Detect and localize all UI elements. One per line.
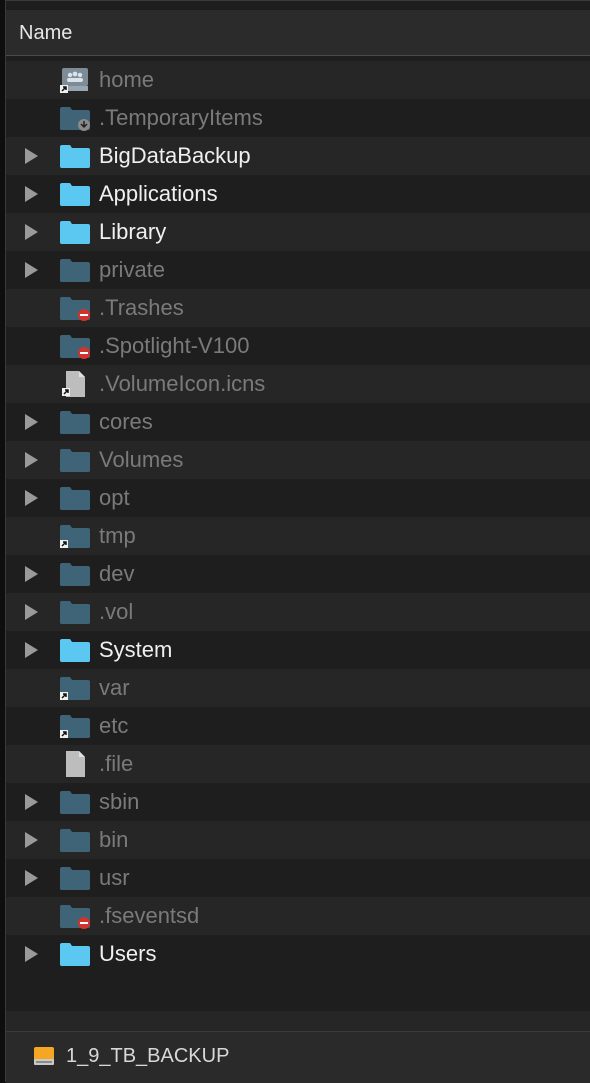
folder-icon [59, 865, 91, 891]
file-row[interactable]: System [6, 631, 590, 669]
file-row[interactable]: tmp [6, 517, 590, 555]
folder-icon [59, 485, 91, 511]
file-name: Library [99, 219, 167, 244]
file-row[interactable]: Applications [6, 175, 590, 213]
file-name: .Spotlight-V100 [99, 333, 250, 358]
folder-icon [59, 219, 91, 245]
file-name: home [99, 67, 155, 92]
file-row[interactable]: .fseventsd [6, 897, 590, 935]
disclosure-triangle-icon[interactable] [22, 869, 40, 887]
disclosure-triangle-icon[interactable] [22, 185, 40, 203]
file-row[interactable]: Library [6, 213, 590, 251]
file-row[interactable]: .Trashes [6, 289, 590, 327]
file-row[interactable]: home [6, 61, 590, 99]
network-user-icon [59, 67, 91, 93]
file-name: dev [99, 561, 135, 586]
file-name: System [99, 637, 173, 662]
disclosure-triangle-icon[interactable] [22, 223, 40, 241]
folder-download-badge-icon [59, 105, 91, 131]
folder-icon [59, 561, 91, 587]
file-row[interactable]: sbin [6, 783, 590, 821]
file-icon [59, 751, 91, 777]
file-name: private [99, 257, 166, 282]
file-row[interactable]: opt [6, 479, 590, 517]
empty-row [6, 1011, 590, 1031]
file-row[interactable]: dev [6, 555, 590, 593]
folder-restricted-icon [59, 295, 91, 321]
folder-icon [59, 447, 91, 473]
folder-icon [59, 143, 91, 169]
file-name: .vol [99, 599, 134, 624]
path-bar: 1_9_TB_BACKUP [6, 1031, 590, 1083]
folder-icon [59, 599, 91, 625]
folder-alias-icon [59, 523, 91, 549]
folder-restricted-icon [59, 333, 91, 359]
file-name: bin [99, 827, 129, 852]
file-row[interactable]: var [6, 669, 590, 707]
file-alias-icon [59, 371, 91, 397]
folder-icon [59, 827, 91, 853]
file-row[interactable]: etc [6, 707, 590, 745]
file-name: var [99, 675, 130, 700]
disclosure-triangle-icon[interactable] [22, 831, 40, 849]
file-name: .Trashes [99, 295, 184, 320]
folder-icon [59, 941, 91, 967]
file-name: opt [99, 485, 130, 510]
file-row[interactable]: .vol [6, 593, 590, 631]
file-name: sbin [99, 789, 140, 814]
file-name: tmp [99, 523, 136, 548]
file-row[interactable]: .TemporaryItems [6, 99, 590, 137]
file-row[interactable]: .Spotlight-V100 [6, 327, 590, 365]
file-name: BigDataBackup [99, 143, 251, 168]
file-name: .VolumeIcon.icns [99, 371, 266, 396]
folder-icon [59, 257, 91, 283]
column-header: Name [6, 10, 590, 56]
file-row[interactable]: Users [6, 935, 590, 973]
file-name: Applications [99, 181, 218, 206]
file-row[interactable]: private [6, 251, 590, 289]
disclosure-triangle-icon[interactable] [22, 489, 40, 507]
file-row[interactable]: usr [6, 859, 590, 897]
file-name: .TemporaryItems [99, 105, 263, 130]
folder-icon [59, 181, 91, 207]
file-row[interactable]: .VolumeIcon.icns [6, 365, 590, 403]
file-list: home .TemporaryItems BigDataBackup Applicat… [6, 61, 590, 973]
file-name: etc [99, 713, 129, 738]
file-row[interactable]: .file [6, 745, 590, 783]
disclosure-triangle-icon[interactable] [22, 603, 40, 621]
folder-icon [59, 409, 91, 435]
folder-icon [59, 789, 91, 815]
file-row[interactable]: bin [6, 821, 590, 859]
disclosure-triangle-icon[interactable] [22, 147, 40, 165]
file-name: usr [99, 865, 130, 890]
file-row[interactable]: BigDataBackup [6, 137, 590, 175]
file-name: Users [99, 941, 157, 966]
finder-window: Name home .TemporaryItems BigDataBackup App… [5, 0, 590, 1083]
file-name: .fseventsd [99, 903, 200, 928]
disclosure-triangle-icon[interactable] [22, 261, 40, 279]
volume-name[interactable]: 1_9_TB_BACKUP [66, 1045, 229, 1068]
disclosure-triangle-icon[interactable] [22, 413, 40, 431]
folder-icon [59, 637, 91, 663]
file-row[interactable]: Volumes [6, 441, 590, 479]
folder-alias-icon [59, 713, 91, 739]
disclosure-triangle-icon[interactable] [22, 945, 40, 963]
empty-row [6, 973, 590, 1011]
disclosure-triangle-icon[interactable] [22, 793, 40, 811]
file-name: .file [99, 751, 134, 776]
folder-alias-icon [59, 675, 91, 701]
disclosure-triangle-icon[interactable] [22, 451, 40, 469]
folder-restricted-icon [59, 903, 91, 929]
file-row[interactable]: cores [6, 403, 590, 441]
disclosure-triangle-icon[interactable] [22, 641, 40, 659]
file-name: cores [99, 409, 153, 434]
disclosure-triangle-icon[interactable] [22, 565, 40, 583]
file-name: Volumes [99, 447, 184, 472]
external-drive-icon[interactable] [31, 1044, 57, 1070]
name-column-header[interactable]: Name [19, 22, 72, 45]
